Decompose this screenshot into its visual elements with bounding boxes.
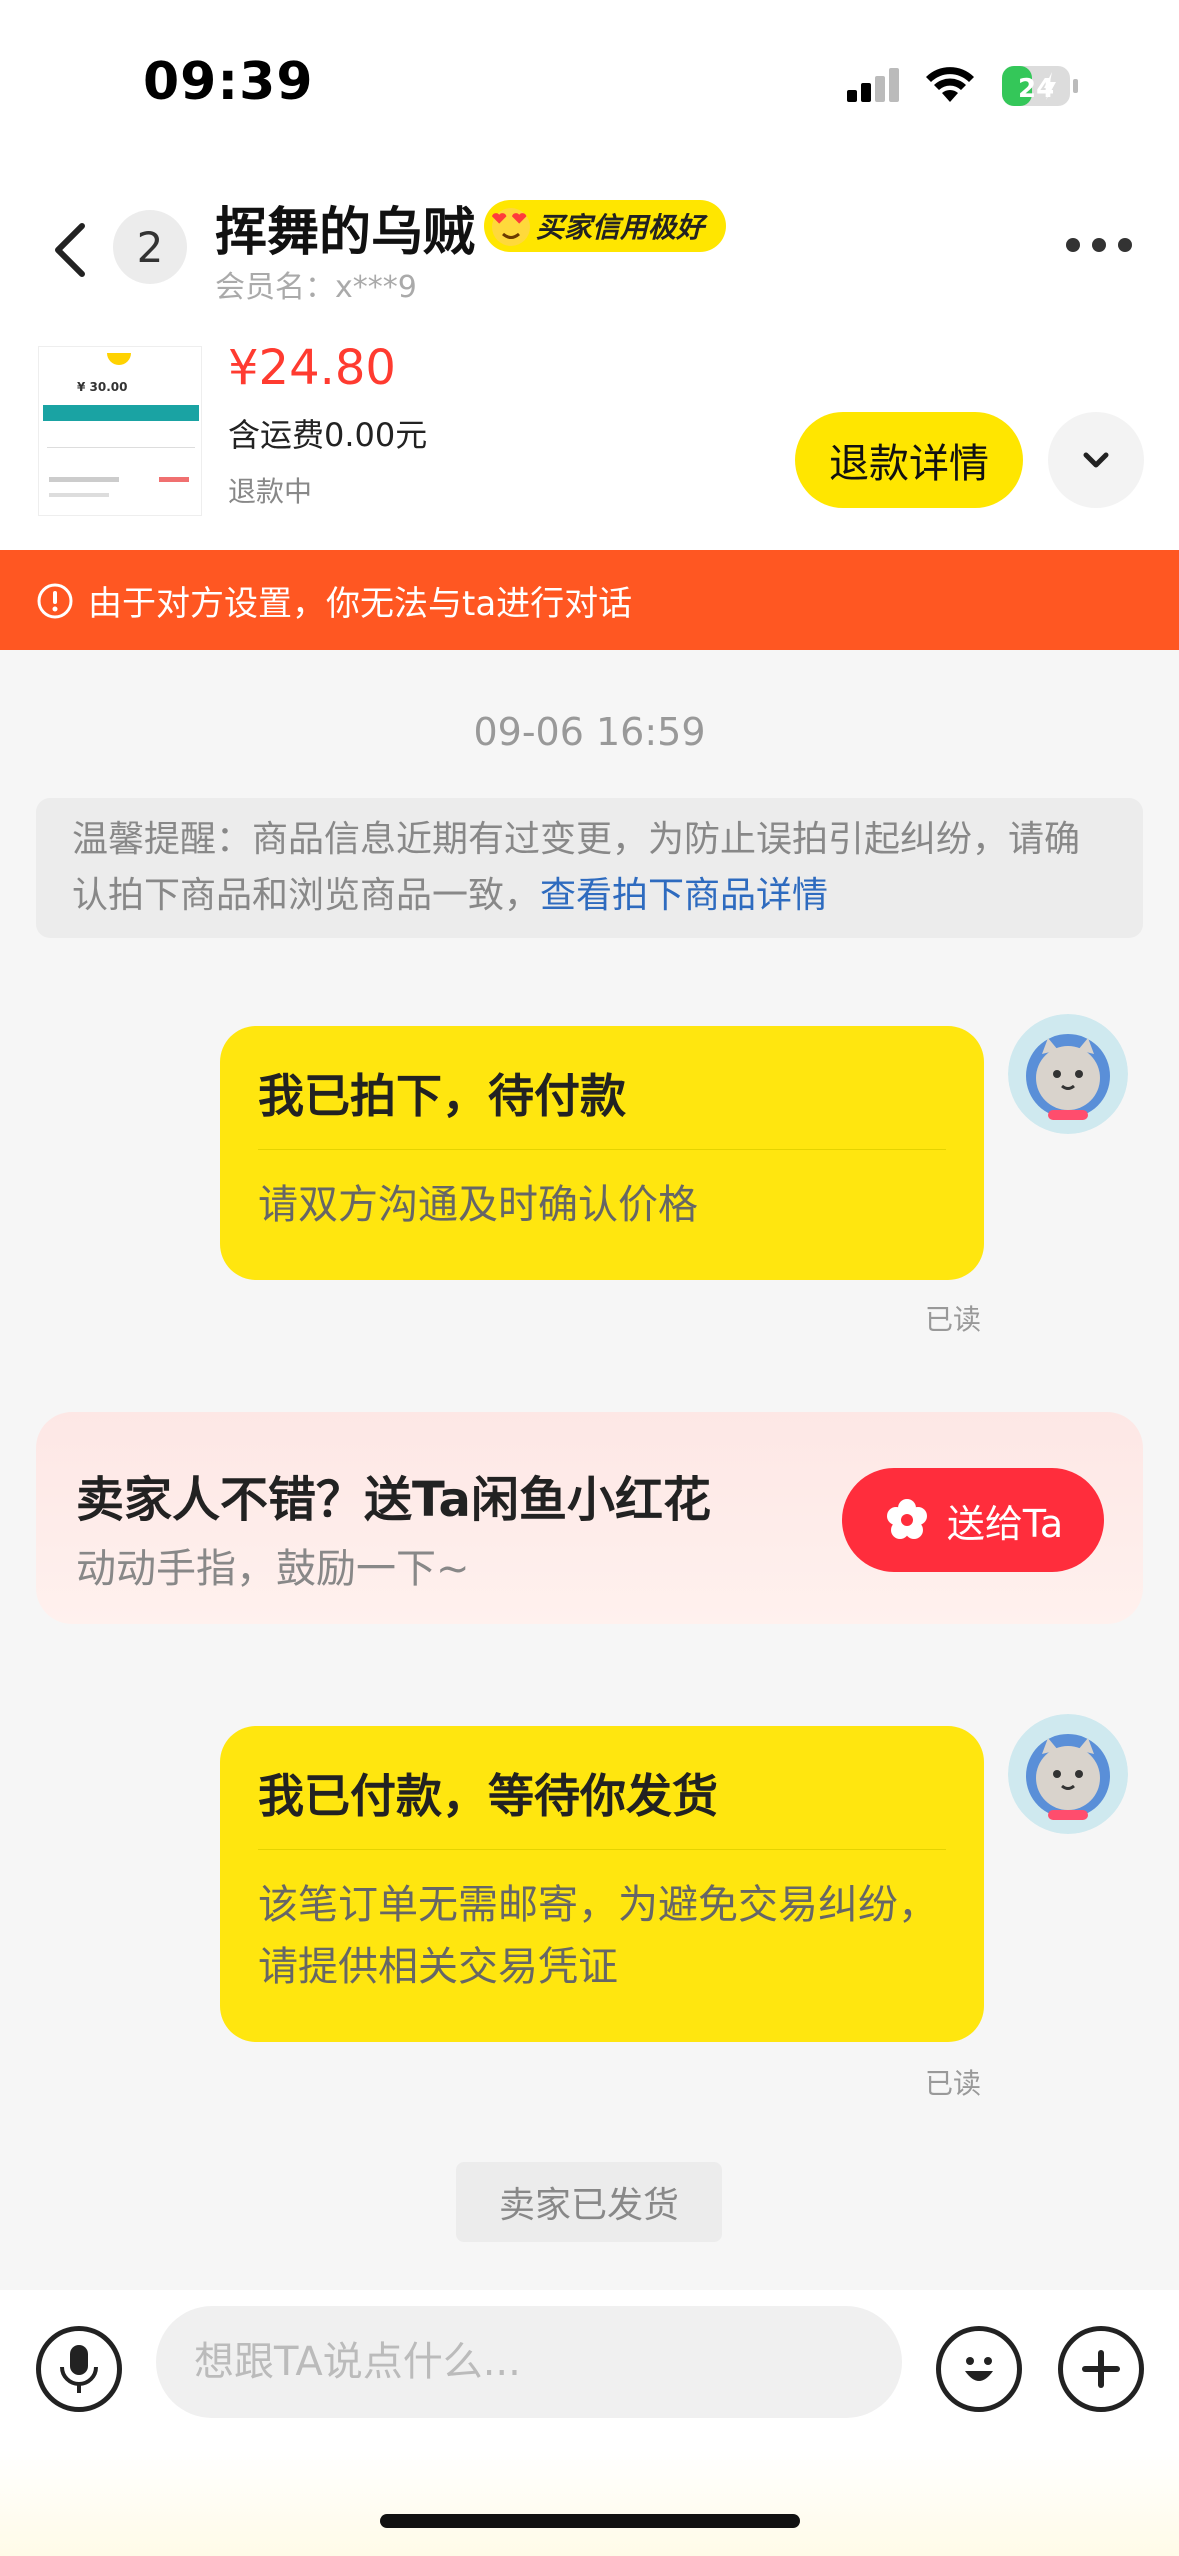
read-receipt: 已读 xyxy=(925,1303,982,1336)
refund-details-button[interactable]: 退款详情 xyxy=(795,412,1023,508)
order-message-card[interactable]: 我已付款，等待你发货 该笔订单无需邮寄，为避免交易纠纷，请提供相关交易凭证 xyxy=(220,1726,984,2042)
flower-card-title: 卖家人不错？送Ta闲鱼小红花 xyxy=(76,1472,711,1528)
product-bar[interactable]: ¥ 30.00 ¥24.80 含运费0.00元 退款中 退款详情 xyxy=(0,330,1179,550)
credit-badge-label: 买家信用极好 xyxy=(536,211,705,244)
message-title: 我已拍下，待付款 xyxy=(258,1026,946,1150)
message-body: 该笔订单无需邮寄，为避免交易纠纷，请提供相关交易凭证 xyxy=(258,1882,938,1990)
flower-reward-card: 卖家人不错？送Ta闲鱼小红花 动动手指，鼓励一下~ 送给Ta xyxy=(36,1412,1143,1624)
warning-icon xyxy=(37,583,73,619)
message-input[interactable] xyxy=(156,2306,902,2418)
back-arrow-icon[interactable] xyxy=(40,210,100,290)
member-name: 会员名：x***9 xyxy=(215,270,417,305)
plus-icon xyxy=(1082,2350,1120,2388)
product-price: ¥24.80 xyxy=(228,340,396,396)
battery-icon: 24 xyxy=(1002,66,1078,106)
unread-count-badge[interactable]: 2 xyxy=(113,210,187,284)
view-order-details-link[interactable]: 查看拍下商品详情 xyxy=(540,875,828,916)
product-thumbnail-image: ¥ 30.00 xyxy=(39,347,201,515)
cellular-signal-icon xyxy=(847,68,899,102)
flower-card-subtitle: 动动手指，鼓励一下~ xyxy=(76,1546,470,1592)
status-time: 09:39 xyxy=(143,52,314,112)
thumbnail-amount: ¥ 30.00 xyxy=(77,380,127,394)
smiley-icon xyxy=(965,2357,993,2381)
send-flower-label: 送给Ta xyxy=(946,1501,1064,1546)
chevron-down-icon xyxy=(1083,452,1109,468)
order-status: 退款中 xyxy=(228,475,313,508)
message-title: 我已付款，等待你发货 xyxy=(258,1726,946,1850)
flower-icon xyxy=(886,1499,927,1539)
chat-header: 2 挥舞的乌贼 买家信用极好 会员名：x***9 xyxy=(0,160,1179,330)
product-thumbnail[interactable]: ¥ 30.00 xyxy=(38,346,202,516)
message-timestamp: 09-06 16:59 xyxy=(473,710,706,754)
wifi-icon xyxy=(926,67,974,102)
warning-banner: 由于对方设置，你无法与ta进行对话 xyxy=(0,550,1179,650)
order-message-card[interactable]: 我已拍下，待付款 请双方沟通及时确认价格 xyxy=(220,1026,984,1280)
more-actions-button[interactable] xyxy=(1058,2326,1144,2412)
emoji-button[interactable] xyxy=(936,2326,1022,2412)
avatar[interactable] xyxy=(1008,1714,1128,1834)
credit-badge: 买家信用极好 xyxy=(484,200,727,252)
avatar[interactable] xyxy=(1008,1014,1128,1134)
cat-avatar-icon xyxy=(1008,1014,1128,1134)
more-options-icon[interactable] xyxy=(1066,235,1132,255)
warning-text: 由于对方设置，你无法与ta进行对话 xyxy=(88,583,633,624)
voice-input-button[interactable] xyxy=(36,2326,122,2412)
home-indicator[interactable] xyxy=(380,2514,800,2528)
system-tip: 温馨提醒：商品信息近期有过变更，为防止误拍引起纠纷，请确认拍下商品和浏览商品一致… xyxy=(36,798,1143,938)
chat-partner-name: 挥舞的乌贼 xyxy=(215,203,476,263)
message-body: 请双方沟通及时确认价格 xyxy=(258,1182,698,1228)
send-flower-button[interactable]: 送给Ta xyxy=(842,1468,1104,1572)
read-receipt: 已读 xyxy=(925,2067,982,2100)
chat-page: 09:39 24 2 挥舞的乌贼 买家信用极好 会员名：x***9 ¥ 30.0… xyxy=(0,0,1179,2556)
heart-eyes-emoji-icon xyxy=(492,208,530,246)
expand-button[interactable] xyxy=(1048,412,1144,508)
cat-avatar-icon xyxy=(1008,1714,1128,1834)
status-bar: 09:39 24 xyxy=(0,0,1179,160)
product-shipping: 含运费0.00元 xyxy=(228,416,428,454)
microphone-icon xyxy=(60,2345,98,2393)
shipped-status-tag: 卖家已发货 xyxy=(456,2162,722,2242)
